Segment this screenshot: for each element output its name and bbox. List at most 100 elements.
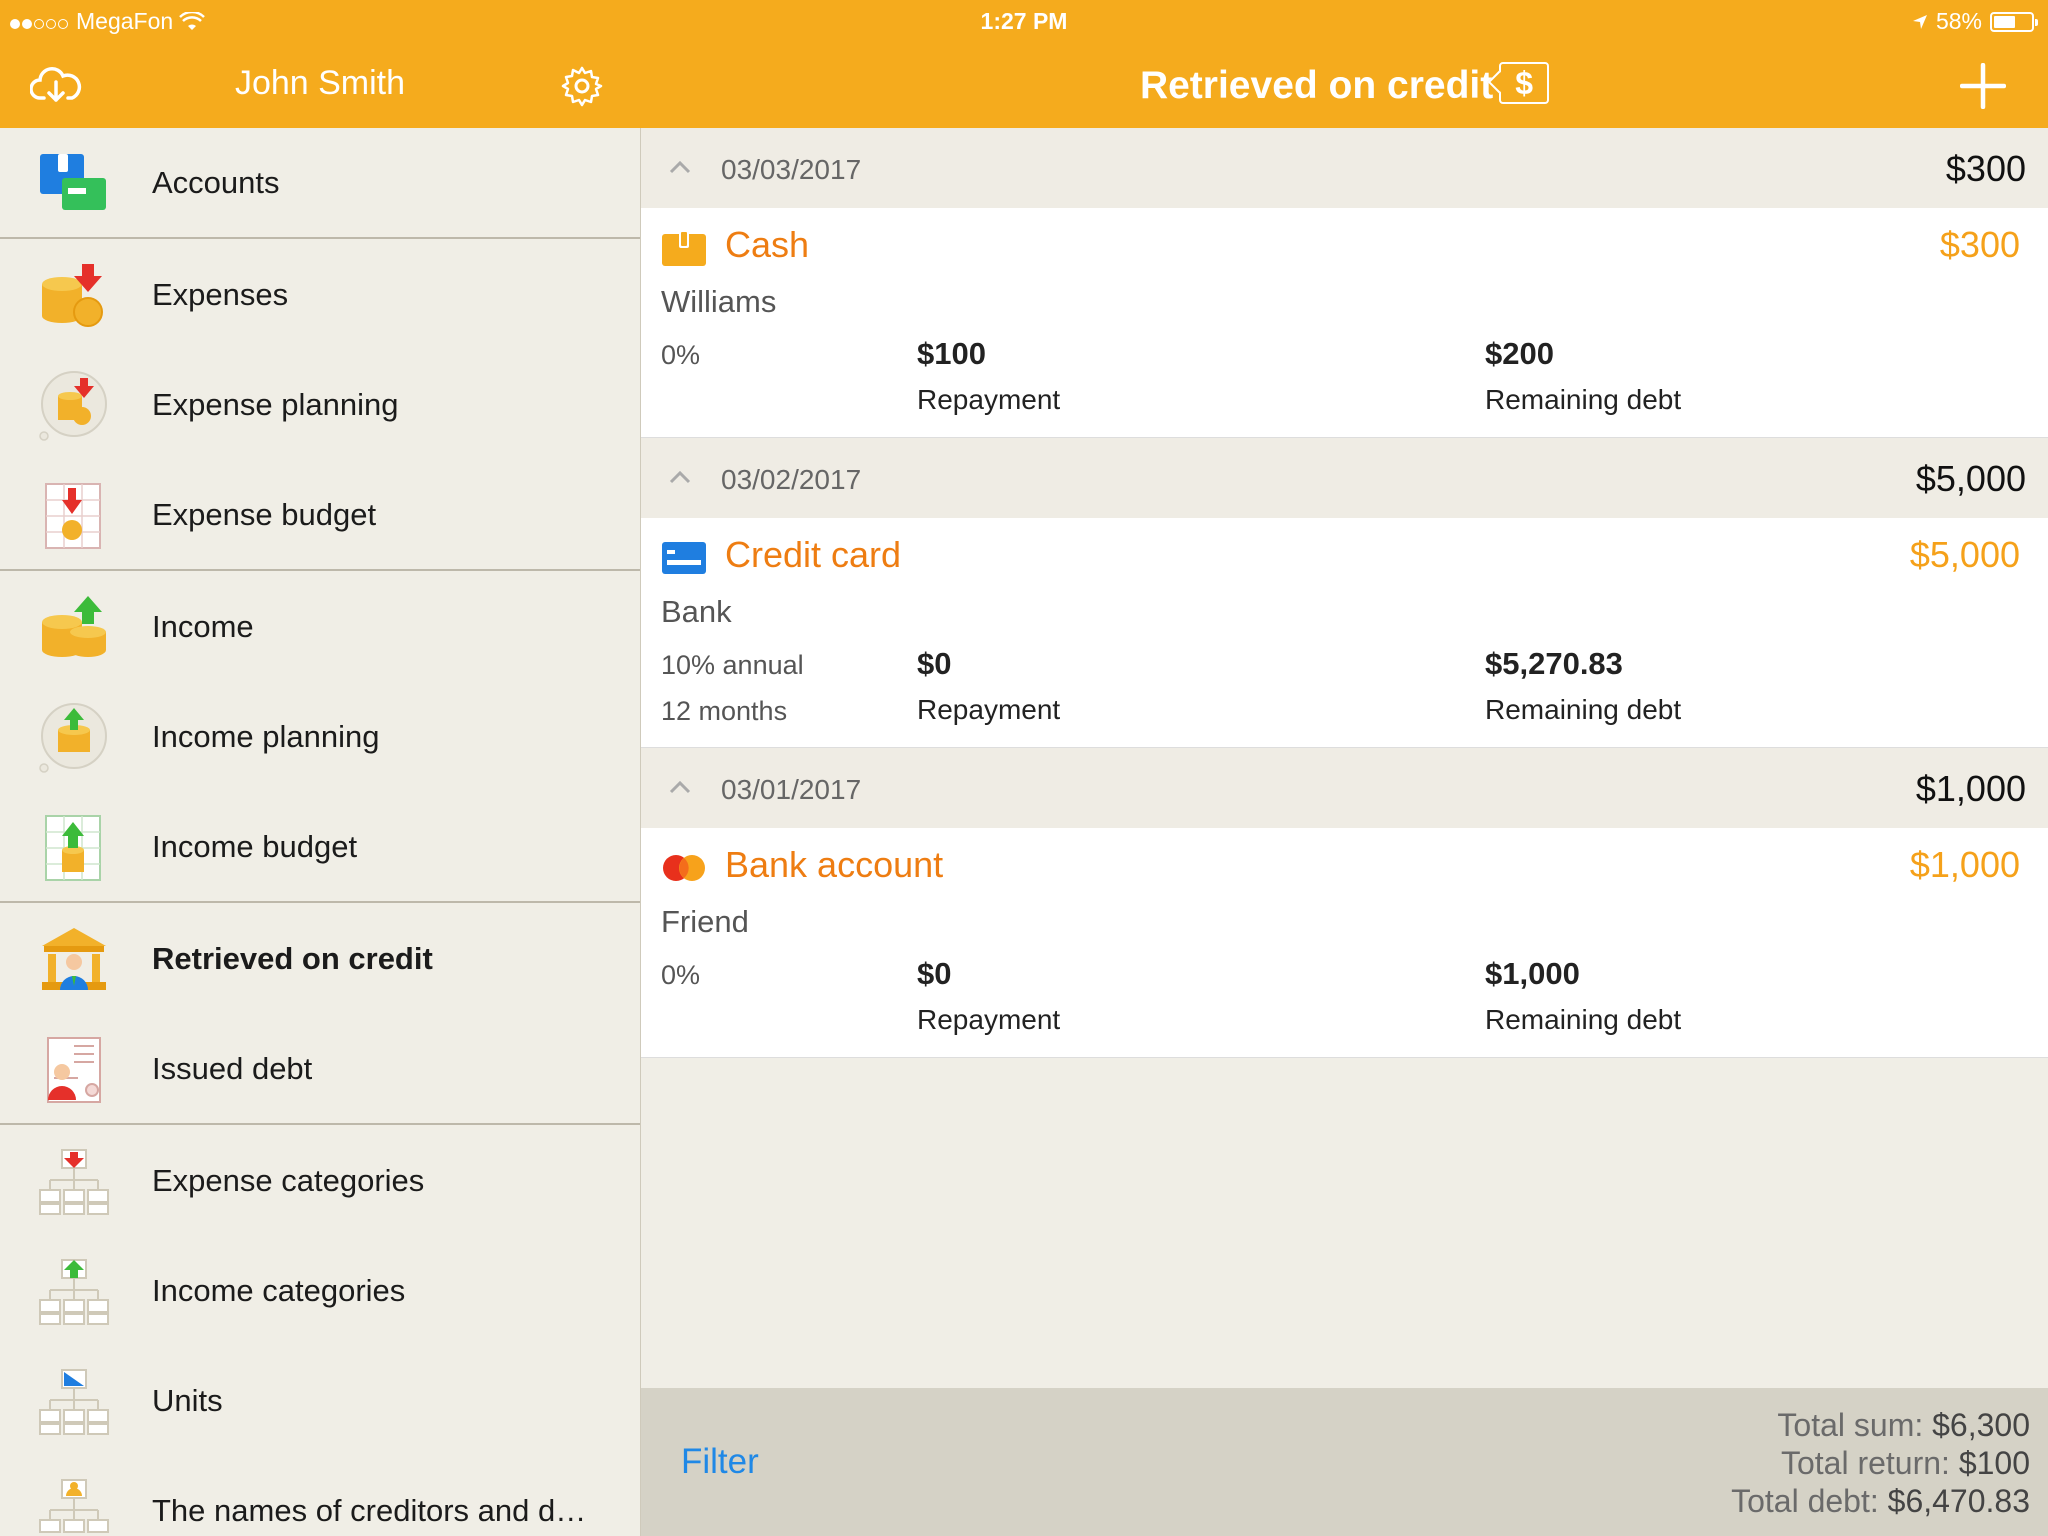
sidebar-divider — [0, 237, 640, 239]
sidebar-item-label: Expenses — [152, 277, 289, 312]
battery-level — [1994, 15, 2015, 28]
chevron-up-icon[interactable] — [669, 470, 691, 484]
sidebar-item-label: The names of creditors and d… — [152, 1493, 587, 1528]
total-sum-row: Total sum: $6,300 — [1731, 1406, 2030, 1444]
entry-amount: $1,000 — [1909, 844, 2020, 885]
status-right: 58% — [1912, 8, 2038, 35]
plus-icon[interactable] — [1955, 58, 2011, 114]
budget-up-icon — [45, 815, 101, 881]
coins-down-bubble-icon — [39, 371, 107, 441]
remaining-debt-value: $1,000 — [1485, 956, 1580, 991]
wallet-icon — [662, 230, 706, 266]
repayment-label: Repayment — [917, 384, 1061, 415]
group-date: 03/03/2017 — [721, 154, 862, 185]
sidebar-item-label: Income planning — [152, 719, 380, 754]
page-title: Retrieved on credit $ — [641, 62, 2048, 108]
chevron-up-icon[interactable] — [669, 780, 691, 794]
total-return-label: Total return: — [1780, 1445, 1950, 1481]
sidebar-item-label: Income budget — [152, 829, 358, 864]
repayment-value: $100 — [917, 336, 986, 371]
credit-list: 03/03/2017 $300 Cash $300 Williams 0% $1… — [641, 128, 2048, 1388]
main-header: Retrieved on credit $ — [641, 40, 2048, 128]
total-debt-label: Total debt: — [1731, 1483, 1879, 1519]
page-title-text: Retrieved on credit — [1139, 64, 1494, 107]
sidebar-item-creditors-names[interactable]: The names of creditors and d… — [0, 1456, 640, 1536]
total-return-value: $100 — [1958, 1445, 2030, 1481]
date-group-header[interactable]: 03/03/2017 $300 — [641, 128, 2048, 208]
remaining-debt-value: $200 — [1485, 336, 1554, 371]
mastercard-icon — [663, 855, 705, 881]
repayment-value: $0 — [917, 956, 952, 991]
contract-icon — [47, 1037, 101, 1103]
interest-rate: 0% — [661, 960, 701, 990]
group-total: $300 — [1945, 148, 2026, 189]
credit-card-icon — [662, 542, 706, 574]
sidebar-item-label: Issued debt — [152, 1051, 313, 1086]
coins-up-icon — [42, 596, 106, 657]
sidebar-item-units[interactable]: Units — [0, 1346, 640, 1456]
gear-icon[interactable] — [554, 58, 610, 114]
tree-ruler-icon — [39, 1369, 109, 1435]
group-total: $1,000 — [1915, 768, 2026, 809]
sidebar-divider — [0, 569, 640, 571]
interest-rate: 0% — [661, 340, 701, 370]
battery-percent: 58% — [1935, 8, 1982, 34]
budget-down-icon — [45, 483, 101, 549]
coins-up-bubble-icon — [39, 703, 107, 773]
sidebar-item-label: Income — [152, 609, 254, 644]
total-sum-label: Total sum: — [1777, 1407, 1924, 1443]
sidebar-item-expense-categories[interactable]: Expense categories — [0, 1126, 640, 1236]
sidebar-item-income-budget[interactable]: Income budget — [0, 792, 640, 902]
account-name: Bank account — [725, 844, 944, 885]
repayment-label: Repayment — [917, 694, 1061, 725]
sidebar-item-label: Units — [152, 1383, 223, 1418]
credit-entry[interactable]: Bank account $1,000 Friend 0% $0 Repayme… — [641, 828, 2048, 1058]
repayment-value: $0 — [917, 646, 952, 681]
credit-entry[interactable]: Credit card $5,000 Bank 10% annual 12 mo… — [641, 518, 2048, 748]
sidebar-item-label: Income categories — [152, 1273, 406, 1308]
sidebar-item-income-categories[interactable]: Income categories — [0, 1236, 640, 1346]
bank-icon — [42, 928, 106, 990]
wallet-cards-icon — [40, 154, 106, 210]
sidebar-item-label: Accounts — [152, 165, 280, 200]
battery-icon — [1990, 11, 2038, 32]
remaining-debt-label: Remaining debt — [1485, 1004, 1682, 1035]
sidebar-item-label: Expense categories — [152, 1163, 425, 1198]
entry-amount: $5,000 — [1909, 534, 2020, 575]
sidebar-item-income[interactable]: Income — [0, 572, 640, 682]
creditor-name: Williams — [661, 284, 777, 319]
sidebar-item-issued-debt[interactable]: Issued debt — [0, 1014, 640, 1124]
total-return-row: Total return: $100 — [1731, 1444, 2030, 1482]
total-sum-value: $6,300 — [1932, 1407, 2030, 1443]
sidebar-divider — [0, 1123, 640, 1125]
currency-tag[interactable]: $ — [1499, 62, 1550, 104]
date-group-header[interactable]: 03/02/2017 $5,000 — [641, 438, 2048, 518]
sidebar-item-label: Retrieved on credit — [152, 941, 433, 976]
sidebar-item-expenses[interactable]: Expenses — [0, 240, 640, 350]
interest-rate: 10% annual — [661, 650, 804, 680]
repayment-label: Repayment — [917, 1004, 1061, 1035]
account-name: Credit card — [725, 534, 902, 575]
group-date: 03/01/2017 — [721, 774, 862, 805]
group-date: 03/02/2017 — [721, 464, 862, 495]
sidebar-item-expense-budget[interactable]: Expense budget — [0, 460, 640, 570]
sidebar-item-expense-planning[interactable]: Expense planning — [0, 350, 640, 460]
remaining-debt-value: $5,270.83 — [1485, 646, 1623, 681]
tree-person-icon — [39, 1479, 109, 1533]
remaining-debt-label: Remaining debt — [1485, 384, 1682, 415]
credit-entry[interactable]: Cash $300 Williams 0% $100 Repayment $20… — [641, 208, 2048, 438]
user-name: John Smith — [234, 64, 406, 102]
date-group-header[interactable]: 03/01/2017 $1,000 — [641, 748, 2048, 828]
top-bar: MegaFon 1:27 PM 58% John Smith Retrieved… — [0, 0, 2048, 128]
loan-term: 12 months — [661, 696, 788, 726]
coins-down-icon — [42, 264, 103, 327]
status-bar: MegaFon 1:27 PM 58% — [0, 0, 2048, 40]
sidebar-item-retrieved-on-credit[interactable]: Retrieved on credit — [0, 904, 640, 1014]
chevron-up-icon[interactable] — [669, 160, 691, 174]
creditor-name: Bank — [661, 594, 732, 629]
remaining-debt-label: Remaining debt — [1485, 694, 1682, 725]
sidebar-item-income-planning[interactable]: Income planning — [0, 682, 640, 792]
filter-button[interactable]: Filter — [681, 1442, 759, 1482]
tree-up-icon — [39, 1259, 109, 1325]
sidebar-item-accounts[interactable]: Accounts — [0, 128, 640, 238]
